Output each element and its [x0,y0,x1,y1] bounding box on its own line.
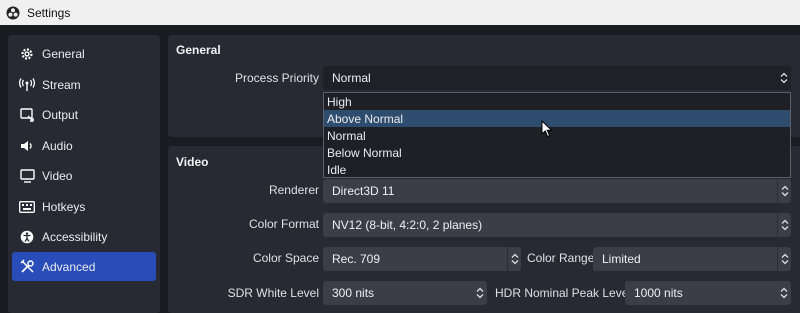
general-group-title: General [176,43,221,57]
sidebar-item-label: Stream [42,77,81,92]
color-range-select[interactable]: Limited [593,247,791,271]
mouse-pointer-icon [541,120,553,138]
color-format-value: NV12 (8-bit, 4:2:0, 2 planes) [332,218,483,232]
dropdown-option-above-normal[interactable]: Above Normal [324,110,790,127]
antenna-icon [19,77,35,93]
sidebar-item-label: Hotkeys [42,199,86,214]
video-group-title: Video [176,155,209,169]
dropdown-option-idle[interactable]: Idle [324,161,790,178]
spin-arrows-icon[interactable] [777,281,791,305]
dropdown-option-high[interactable]: High [324,93,790,110]
keyboard-icon [19,199,35,215]
color-format-label: Color Format [248,217,319,231]
process-priority-select[interactable]: Normal [323,66,791,90]
color-range-value: Limited [602,252,641,266]
renderer-select[interactable]: Direct3D 11 [323,179,791,203]
hdr-nominal-peak-spinbox[interactable]: 1000 nits [625,281,791,305]
process-priority-value: Normal [332,71,371,85]
output-icon [19,107,35,123]
renderer-value: Direct3D 11 [332,184,395,198]
color-range-label: Color Range [527,251,595,265]
monitor-icon [19,168,35,184]
process-priority-label: Process Priority [234,71,319,85]
updown-chevron-icon [777,66,791,90]
sidebar-item-label: Audio [42,138,73,153]
color-space-label: Color Space [252,251,319,265]
sdr-white-level-spinbox[interactable]: 300 nits [323,281,487,305]
updown-chevron-icon [777,179,791,203]
dropdown-option-below-normal[interactable]: Below Normal [324,144,790,161]
speaker-icon [19,138,35,154]
updown-chevron-icon [507,247,521,271]
title-bar: Settings [0,0,800,25]
window-title: Settings [27,5,71,20]
dropdown-option-normal[interactable]: Normal [324,127,790,144]
color-space-select[interactable]: Rec. 709 [323,247,521,271]
sidebar-item-video[interactable]: Video [12,161,156,190]
sidebar-item-general[interactable]: General [12,39,156,68]
spin-arrows-icon[interactable] [473,281,487,305]
renderer-label: Renderer [268,183,319,197]
sidebar-item-hotkeys[interactable]: Hotkeys [12,192,156,221]
sdr-white-level-label: SDR White Level [227,286,319,300]
sidebar-item-label: Output [42,107,79,122]
sidebar: General Stream Output Audio Video Hotkey… [8,35,160,313]
hdr-nominal-peak-value: 1000 nits [634,286,683,300]
sidebar-item-audio[interactable]: Audio [12,131,156,160]
sidebar-item-label: Video [42,168,73,183]
updown-chevron-icon [777,213,791,237]
sidebar-item-output[interactable]: Output [12,100,156,129]
color-format-select[interactable]: NV12 (8-bit, 4:2:0, 2 planes) [323,213,791,237]
sidebar-item-label: General [42,46,85,61]
gear-icon [19,46,35,62]
sidebar-item-advanced[interactable]: Advanced [12,252,156,281]
sidebar-item-accessibility[interactable]: Accessibility [12,222,156,251]
obs-logo-icon [6,6,20,19]
sdr-white-level-value: 300 nits [332,286,375,300]
color-space-value: Rec. 709 [332,252,381,266]
sidebar-item-label: Accessibility [42,229,108,244]
tools-icon [19,259,35,275]
accessibility-icon [19,229,35,245]
hdr-nominal-peak-label: HDR Nominal Peak Level [495,286,632,300]
sidebar-item-stream[interactable]: Stream [12,70,156,99]
updown-chevron-icon [777,247,791,271]
process-priority-dropdown: High Above Normal Normal Below Normal Id… [323,92,791,178]
sidebar-item-label: Advanced [42,259,96,274]
